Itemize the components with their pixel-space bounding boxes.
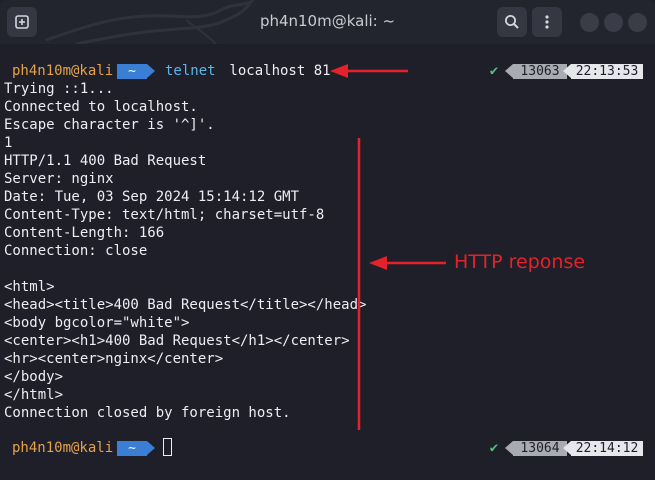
minimize-button[interactable]	[580, 13, 599, 32]
prompt-time: 22:14:12	[563, 441, 643, 456]
output-line: 1	[4, 135, 13, 151]
title-bar: ph4n10m@kali: ~	[0, 0, 655, 45]
prompt-directory: ~	[117, 64, 155, 79]
terminal-window: ph4n10m@kali: ~ ph4n10m@kali ~ telnet lo…	[0, 0, 655, 480]
maximize-button[interactable]	[604, 13, 623, 32]
output-line: Escape character is '^]'.	[4, 117, 215, 133]
output-line: <body bgcolor="white">	[4, 315, 190, 331]
prompt-user: ph4n10m@kali	[12, 63, 114, 79]
output-line: Trying ::1...	[4, 81, 114, 97]
output-line: </body>	[4, 369, 64, 385]
prompt-line-1: ph4n10m@kali ~ telnet localhost 81 ✔ 130…	[0, 62, 655, 80]
search-button[interactable]	[497, 7, 527, 37]
history-number: 13063	[505, 64, 567, 79]
kebab-menu-icon	[545, 15, 549, 29]
annotation-label: HTTP reponse	[454, 251, 586, 273]
status-ok-icon: ✔	[489, 440, 499, 456]
status-ok-icon: ✔	[489, 63, 499, 79]
output-line: HTTP/1.1 400 Bad Request	[4, 153, 207, 169]
text-cursor	[163, 438, 172, 456]
output-line: <head><title>400 Bad Request</title></he…	[4, 297, 367, 313]
output-line: Connected to localhost.	[4, 99, 198, 115]
prompt-line-2: ph4n10m@kali ~ ✔ 13064 22:14:12	[0, 438, 655, 457]
prompt-directory: ~	[117, 441, 155, 456]
menu-button[interactable]	[532, 7, 562, 37]
output-line: <html>	[4, 279, 55, 295]
prompt-time: 22:13:53	[563, 64, 643, 79]
output-line: </html>	[4, 387, 64, 403]
history-number: 13064	[505, 441, 567, 456]
output-line: Content-Type: text/html; charset=utf-8	[4, 207, 325, 223]
output-line: Content-Length: 166	[4, 225, 165, 241]
output-line: <center><h1>400 Bad Request</h1></center…	[4, 333, 350, 349]
close-button[interactable]	[628, 13, 647, 32]
output-line: Date: Tue, 03 Sep 2024 15:14:12 GMT	[4, 189, 300, 205]
output-line: <hr><center>nginx</center>	[4, 351, 224, 367]
prompt-user: ph4n10m@kali	[12, 440, 114, 456]
output-line: Connection closed by foreign host.	[4, 405, 291, 421]
output-line: Server: nginx	[4, 171, 114, 187]
search-icon	[505, 15, 519, 29]
command-args: localhost 81	[221, 63, 331, 79]
command-name: telnet	[165, 63, 216, 79]
output-line: Connection: close	[4, 243, 148, 259]
